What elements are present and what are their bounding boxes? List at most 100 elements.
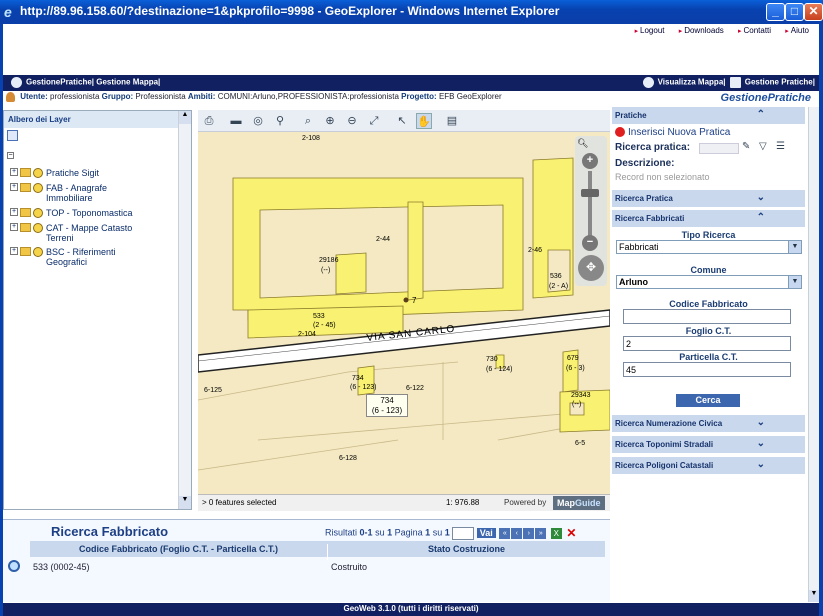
cerca-button[interactable]: Cerca xyxy=(676,394,740,407)
top-links: Logout Downloads Contatti Aiuto xyxy=(623,26,809,38)
layer-item[interactable]: + CAT - Mappe Catasto Terreni xyxy=(10,223,146,243)
inserisci-pratica-link[interactable]: Inserisci Nuova Pratica xyxy=(628,127,730,138)
zoom-magnifier-icon[interactable]: 🔍︎ xyxy=(577,138,588,149)
scroll-up-icon[interactable]: ▲ xyxy=(179,111,191,124)
zoom-to-feature-icon[interactable] xyxy=(8,560,20,572)
close-window-button[interactable]: ✕ xyxy=(804,3,823,21)
pan-icon[interactable]: ✋ xyxy=(416,113,432,129)
tipo-ricerca-select[interactable]: Fabbricati ▼ xyxy=(616,240,802,254)
downloads-link[interactable]: Downloads xyxy=(679,26,724,35)
folder-icon xyxy=(20,247,31,256)
column-header-codice[interactable]: Codice Fabbricato (Foglio C.T. - Partice… xyxy=(30,544,328,560)
results-panel: Ricerca Fabbricato Risultati 0-1 su 1 Pa… xyxy=(3,519,610,602)
window-frame-right xyxy=(819,24,823,616)
expand-icon[interactable]: ⌄ xyxy=(757,417,765,428)
layer-icon xyxy=(33,183,43,193)
maximize-button[interactable]: □ xyxy=(785,3,804,21)
foglio-input[interactable] xyxy=(623,336,791,351)
map-label: 536 xyxy=(550,273,562,280)
codice-fabbricato-input[interactable] xyxy=(623,309,791,324)
layer-item[interactable]: + Pratiche Sigit xyxy=(10,168,99,178)
table-row[interactable]: 533 (0002-45) Costruito xyxy=(6,560,606,575)
zoom-out-icon[interactable]: ⊖ xyxy=(344,113,360,129)
vai-button[interactable]: Vai xyxy=(476,528,496,538)
buffer-icon[interactable]: ◎ xyxy=(250,113,266,129)
zoom-extent-icon[interactable]: ⤢ xyxy=(366,113,382,129)
map-label: 6-122 xyxy=(406,385,424,392)
ricerca-fabbricati-header[interactable]: Ricerca Fabbricati ⌃ xyxy=(612,210,805,227)
last-page-icon[interactable]: » xyxy=(535,527,547,539)
expand-icon[interactable]: ⌄ xyxy=(757,192,765,203)
layer-item[interactable]: + BSC - Riferimenti Geografici xyxy=(10,247,136,267)
prev-page-icon[interactable]: ‹ xyxy=(511,527,523,539)
close-results-icon[interactable]: ✕ xyxy=(566,526,576,540)
results-title: Ricerca Fabbricato xyxy=(51,524,169,539)
collapse-icon[interactable]: ⌃ xyxy=(757,109,765,120)
right-panel-scrollbar[interactable]: ▼ xyxy=(808,107,819,602)
zoom-out-button[interactable]: − xyxy=(582,235,598,251)
menu-gestione[interactable]: GestionePratiche| Gestione Mappa| xyxy=(26,78,160,87)
edit-icon[interactable]: ✎ xyxy=(742,141,750,152)
poligoni-catastali-header[interactable]: Ricerca Poligoni Catastali ⌄ xyxy=(612,457,805,474)
export-excel-icon[interactable]: X xyxy=(550,527,562,539)
comune-select[interactable]: Arluno ▼ xyxy=(616,275,802,289)
print-icon[interactable]: ⎙ xyxy=(201,113,217,129)
scroll-down-icon[interactable]: ▼ xyxy=(179,496,191,509)
ricerca-pratica-header[interactable]: Ricerca Pratica ⌄ xyxy=(612,190,805,207)
zoom-slider-track[interactable] xyxy=(588,171,592,239)
scroll-down-icon[interactable]: ▼ xyxy=(809,590,819,602)
app-brand: GestionePratiche xyxy=(720,92,811,104)
pratiche-section-header[interactable]: Pratiche ⌃ xyxy=(612,107,805,124)
select-arrow-icon[interactable]: ↖ xyxy=(394,113,410,129)
footer: GeoWeb 3.1.0 (tutti i diritti riservati) xyxy=(3,603,819,616)
chevron-down-icon[interactable]: ▼ xyxy=(788,276,801,288)
map-label: 6-125 xyxy=(204,387,222,394)
chevron-down-icon[interactable]: ▼ xyxy=(788,241,801,253)
gruppo-label: Gruppo: xyxy=(101,92,134,102)
zoom-rect-icon[interactable]: ⌕ xyxy=(300,113,316,129)
first-page-icon[interactable]: « xyxy=(499,527,511,539)
minimize-button[interactable]: _ xyxy=(766,3,785,21)
pan-control-icon[interactable]: ✥ xyxy=(578,255,604,281)
collapse-icon[interactable]: ⌃ xyxy=(757,212,765,223)
map-label: 730 xyxy=(486,356,498,363)
map-toolbar: ⎙ ▬ ◎ ⚲ ⌕ ⊕ ⊖ ⤢ ↖ ✋ ▤ xyxy=(198,110,610,132)
add-record-icon xyxy=(615,127,625,137)
zoom-in-icon[interactable]: ⊕ xyxy=(322,113,338,129)
toponimi-stradali-header[interactable]: Ricerca Toponimi Stradali ⌄ xyxy=(612,436,805,453)
menu-visualizza-mappa[interactable]: Visualizza Mappa| xyxy=(658,78,726,87)
contatti-link[interactable]: Contatti xyxy=(738,26,771,35)
menu-gestione-pratiche[interactable]: Gestione Pratiche| xyxy=(745,78,815,87)
layer-icon xyxy=(33,223,43,233)
tree-collapse-toggle[interactable]: − xyxy=(7,152,14,159)
expand-icon[interactable]: ⌄ xyxy=(757,438,765,449)
ie-icon: e xyxy=(4,4,12,20)
logout-link[interactable]: Logout xyxy=(635,26,665,35)
zoom-slider-thumb[interactable] xyxy=(581,189,599,197)
filter-icon[interactable]: ▽ xyxy=(759,141,767,152)
section-title: Ricerca Fabbricati xyxy=(615,214,685,223)
list-icon[interactable]: ☰ xyxy=(776,141,785,152)
ricerca-pratica-label: Ricerca pratica: xyxy=(615,142,691,153)
zoom-in-button[interactable]: + xyxy=(582,153,598,169)
section-title: Ricerca Poligoni Catastali xyxy=(615,461,714,470)
section-title: Pratiche xyxy=(615,111,647,120)
tooltip-line: 734 xyxy=(380,396,394,405)
layer-tree-scrollbar[interactable]: ▲ ▼ xyxy=(178,111,191,509)
select-radius-icon[interactable]: ⚲ xyxy=(272,113,288,129)
layer-item[interactable]: + FAB - Anagrafe Immobiliare xyxy=(10,183,126,203)
measure-icon[interactable]: ▬ xyxy=(228,113,244,129)
next-page-icon[interactable]: › xyxy=(523,527,535,539)
column-header-stato[interactable]: Stato Costruzione xyxy=(328,544,605,554)
properties-icon[interactable]: ▤ xyxy=(444,113,460,129)
map-canvas[interactable]: 2-108 2-44 29186 (--) 2-46 536 (2 - A) 7… xyxy=(198,110,610,511)
expand-icon[interactable]: ⌄ xyxy=(757,459,765,470)
particella-input[interactable] xyxy=(623,362,791,377)
layer-item[interactable]: + TOP - Toponomastica xyxy=(10,208,133,218)
comune-label: Comune xyxy=(690,265,727,275)
legend-icon[interactable] xyxy=(7,130,18,141)
aiuto-link[interactable]: Aiuto xyxy=(785,26,809,35)
numerazione-civica-header[interactable]: Ricerca Numerazione Civica ⌄ xyxy=(612,415,805,432)
ricerca-pratica-input[interactable] xyxy=(699,143,739,154)
page-input[interactable] xyxy=(452,526,475,540)
